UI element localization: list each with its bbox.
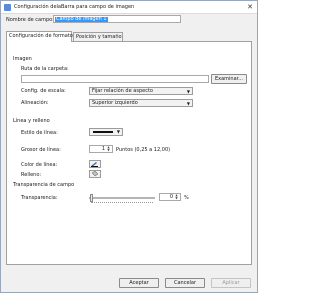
transparency-label: Transparencia: bbox=[21, 195, 58, 201]
line-style-preview bbox=[93, 131, 113, 133]
line-width-units: Puntos (0,25 a 12,00) bbox=[116, 147, 171, 153]
scale-setting-label: Config. de escala: bbox=[21, 88, 66, 94]
line-width-label: Grosor de línea: bbox=[21, 147, 61, 153]
paint-bucket-icon bbox=[91, 171, 99, 177]
window-icon bbox=[4, 4, 11, 11]
chevron-down-icon: ▼ bbox=[116, 129, 120, 134]
folder-path-input[interactable] bbox=[21, 75, 209, 83]
title-bar: Configuración delaBarra para campo de im… bbox=[1, 1, 257, 14]
folder-path-label: Ruta de la carpeta: bbox=[21, 66, 69, 72]
transparency-section-heading: Transparencia de campo bbox=[13, 182, 75, 188]
transparency-slider-track[interactable] bbox=[89, 197, 155, 199]
scale-setting-select[interactable]: Fijar relación de aspecto ▼ bbox=[89, 87, 193, 95]
field-name-value: Campo de imagen 1 bbox=[55, 16, 108, 22]
transparency-value: 0 bbox=[169, 194, 173, 200]
accept-button[interactable]: Aceptar bbox=[119, 278, 159, 288]
transparency-slider-thumb[interactable] bbox=[90, 194, 93, 202]
line-width-value: 1 bbox=[101, 146, 105, 152]
apply-button[interactable]: Aplicar bbox=[211, 278, 251, 288]
line-width-stepper[interactable]: 1 ▲ ▼ bbox=[89, 145, 113, 153]
close-icon[interactable]: ✕ bbox=[246, 3, 254, 11]
alignment-select[interactable]: Superior izquierdo ▼ bbox=[89, 99, 193, 107]
browse-button[interactable]: Examinar... bbox=[211, 74, 247, 84]
line-color-label: Color de línea: bbox=[21, 162, 58, 168]
line-style-select[interactable]: ▼ bbox=[89, 128, 123, 136]
cancel-button[interactable]: Cancelar bbox=[165, 278, 205, 288]
scale-setting-value: Fijar relación de aspecto bbox=[92, 88, 153, 94]
transparency-slider-ticks bbox=[91, 202, 153, 204]
alignment-label: Alineación: bbox=[21, 100, 49, 106]
dialog-window: Configuración delaBarra para campo de im… bbox=[0, 0, 258, 293]
fill-label: Relleno: bbox=[21, 172, 42, 178]
alignment-value: Superior izquierdo bbox=[92, 100, 138, 106]
line-color-button[interactable] bbox=[89, 160, 101, 168]
format-settings-panel: Imagen Ruta de la carpeta: Examinar... C… bbox=[6, 41, 252, 265]
line-style-label: Estilo de línea: bbox=[21, 130, 58, 136]
window-title: Configuración delaBarra para campo de im… bbox=[14, 4, 135, 10]
field-name-input[interactable]: Campo de imagen 1 bbox=[53, 15, 181, 23]
tab-position-size[interactable]: Posición y tamaño bbox=[73, 32, 123, 41]
tab-format-settings[interactable]: Configuración de formato bbox=[6, 31, 73, 42]
transparency-stepper[interactable]: 0 ▲ ▼ bbox=[159, 193, 181, 201]
chevron-down-icon: ▼ bbox=[186, 89, 190, 94]
pen-icon bbox=[91, 162, 98, 167]
spin-down-icon[interactable]: ▼ bbox=[174, 197, 179, 203]
spin-down-icon[interactable]: ▼ bbox=[106, 149, 111, 155]
transparency-units: % bbox=[184, 195, 189, 201]
image-section-heading: Imagen bbox=[13, 56, 32, 62]
fill-color-button[interactable] bbox=[89, 170, 101, 178]
field-name-label: Nombre de campo: bbox=[6, 17, 54, 23]
chevron-down-icon: ▼ bbox=[186, 101, 190, 106]
line-fill-section-heading: Línea y relleno bbox=[13, 118, 50, 124]
